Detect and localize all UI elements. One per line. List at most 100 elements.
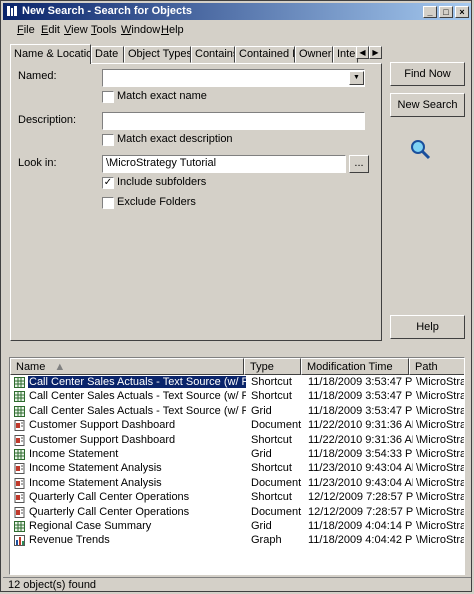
result-path: \MicroStrateg — [416, 520, 464, 532]
search-window: New Search - Search for Objects _ □ × Fi… — [0, 0, 472, 592]
tab-date[interactable]: Date — [91, 46, 124, 63]
column-header-path[interactable]: Path — [409, 358, 464, 375]
tab-inter[interactable]: Inter — [333, 46, 358, 63]
menu-window[interactable]: Window — [121, 24, 160, 36]
result-modification-time: 12/12/2009 7:28:57 PM — [308, 505, 413, 518]
result-modification-time: 11/23/2010 9:43:04 AM — [308, 476, 413, 489]
result-name: Customer Support Dashboard — [29, 419, 176, 432]
lookin-input[interactable]: \MicroStrategy Tutorial — [102, 155, 346, 173]
result-name: Quarterly Call Center Operations — [29, 491, 190, 504]
result-path: \MicroStrateg — [416, 448, 464, 460]
result-row[interactable]: Income Statement Grid 11/18/2009 3:54:33 P… — [10, 448, 464, 462]
search-criteria-panel: Named: ▼ Match exact name Description: M… — [10, 63, 382, 341]
window-title: New Search - Search for Objects — [22, 5, 192, 17]
result-type: Grid — [251, 404, 272, 417]
result-modification-time: 11/18/2009 3:54:33 PM — [308, 448, 413, 460]
tab-contains[interactable]: Contains — [191, 46, 235, 63]
named-dropdown-icon[interactable]: ▼ — [349, 71, 364, 85]
close-button[interactable]: × — [455, 6, 469, 18]
result-row[interactable]: Customer Support Dashboard Shortcut 11/22/… — [10, 433, 464, 448]
result-row[interactable]: Quarterly Call Center Operations Shortcut… — [10, 491, 464, 505]
result-path: \MicroStrateg — [416, 505, 464, 518]
result-row[interactable]: Call Center Sales Actuals - Text Source … — [10, 376, 464, 390]
result-path: \MicroStrateg — [416, 433, 464, 446]
result-row[interactable]: Regional Case Summary Grid 11/18/2009 4:04… — [10, 520, 464, 534]
menu-file[interactable]: File — [17, 24, 35, 36]
result-row[interactable]: Revenue Trends Graph 11/18/2009 4:04:42 PM… — [10, 534, 464, 548]
tab-owner[interactable]: Owner — [295, 46, 333, 63]
description-input[interactable] — [102, 112, 365, 130]
result-type: Shortcut — [251, 376, 292, 388]
tab-contained-by[interactable]: Contained By — [235, 46, 295, 63]
result-row[interactable]: Income Statement Analysis Shortcut 11/23/2… — [10, 462, 464, 476]
document-icon — [14, 434, 25, 446]
result-path: \MicroStrateg — [416, 462, 464, 475]
column-header-modification-time[interactable]: Modification Time — [301, 358, 409, 375]
search-magnifier-icon — [411, 140, 431, 160]
tab-scroll-right-icon[interactable]: ▶ — [369, 46, 382, 59]
graph-icon — [14, 535, 25, 547]
document-icon — [14, 506, 25, 518]
tab-scroll-left-icon[interactable]: ◀ — [356, 46, 369, 59]
named-input[interactable] — [102, 69, 365, 87]
result-type: Document — [251, 505, 302, 518]
menu-view[interactable]: View — [64, 24, 88, 36]
grid-icon — [14, 391, 25, 403]
result-name: Call Center Sales Actuals - Text Source … — [28, 376, 246, 388]
result-row[interactable]: Call Center Sales Actuals - Text Source … — [10, 404, 464, 419]
match-exact-description-checkbox[interactable] — [102, 134, 114, 146]
document-icon — [14, 420, 25, 432]
result-name: Revenue Trends — [29, 534, 110, 547]
result-row[interactable]: Customer Support Dashboard Document 11/22/… — [10, 419, 464, 433]
result-row[interactable]: Call Center Sales Actuals - Text Source … — [10, 390, 464, 404]
result-name: Customer Support Dashboard — [29, 433, 176, 446]
result-name: Income Statement Analysis — [29, 476, 162, 489]
tab-object-types[interactable]: Object Types — [124, 46, 191, 63]
minimize-button[interactable]: _ — [423, 6, 437, 18]
exclude-folders-checkbox[interactable] — [102, 197, 114, 209]
help-button[interactable]: Help — [390, 315, 465, 339]
result-name: Income Statement — [29, 448, 119, 460]
menu-tools[interactable]: Tools — [91, 24, 117, 36]
result-modification-time: 12/12/2009 7:28:57 PM — [308, 491, 413, 504]
result-type: Document — [251, 476, 302, 489]
menu-help[interactable]: Help — [161, 24, 184, 36]
result-path: \MicroStrateg — [416, 404, 464, 417]
include-subfolders-checkbox[interactable]: ✓ — [102, 177, 114, 189]
result-modification-time: 11/18/2009 3:53:47 PM — [308, 404, 413, 417]
column-header-name[interactable]: Name ▲ — [10, 358, 244, 375]
title-bar[interactable]: New Search - Search for Objects _ □ × — [3, 3, 471, 20]
browse-button[interactable]: ... — [349, 155, 369, 173]
result-path: \MicroStrateg — [416, 376, 464, 388]
results-list[interactable]: Name ▲ Type Modification Time Path Call … — [9, 357, 465, 575]
app-icon — [7, 6, 17, 16]
exclude-folders-label: Exclude Folders — [117, 196, 196, 208]
find-now-button[interactable]: Find Now — [390, 62, 465, 86]
menu-bar: File Edit View Tools Window Help — [3, 22, 471, 40]
result-name: Regional Case Summary — [29, 520, 152, 532]
result-name: Call Center Sales Actuals - Text Source … — [29, 390, 246, 403]
document-icon — [14, 492, 25, 504]
description-label: Description: — [18, 114, 77, 126]
document-icon — [14, 477, 25, 489]
named-label: Named: — [18, 70, 57, 82]
maximize-button[interactable]: □ — [439, 6, 453, 18]
tab-name-location[interactable]: Name & Location — [10, 44, 91, 64]
new-search-button[interactable]: New Search — [390, 93, 465, 117]
result-name: Income Statement Analysis — [29, 462, 162, 475]
result-path: \MicroStrateg — [416, 476, 464, 489]
result-name: Quarterly Call Center Operations — [29, 505, 190, 518]
result-path: \MicroStrateg — [416, 534, 464, 547]
grid-icon — [14, 377, 25, 388]
column-header-type[interactable]: Type — [244, 358, 301, 375]
result-modification-time: 11/18/2009 4:04:42 PM — [308, 534, 413, 547]
results-header: Name ▲ Type Modification Time Path — [10, 358, 464, 375]
result-row[interactable]: Income Statement Analysis Document 11/23/2… — [10, 476, 464, 491]
menu-edit[interactable]: Edit — [41, 24, 60, 36]
grid-icon — [14, 521, 25, 532]
result-row[interactable]: Quarterly Call Center Operations Document… — [10, 505, 464, 520]
result-type: Grid — [251, 520, 272, 532]
result-modification-time: 11/22/2010 9:31:36 AM — [308, 433, 413, 446]
match-exact-name-checkbox[interactable] — [102, 91, 114, 103]
result-type: Shortcut — [251, 462, 292, 475]
